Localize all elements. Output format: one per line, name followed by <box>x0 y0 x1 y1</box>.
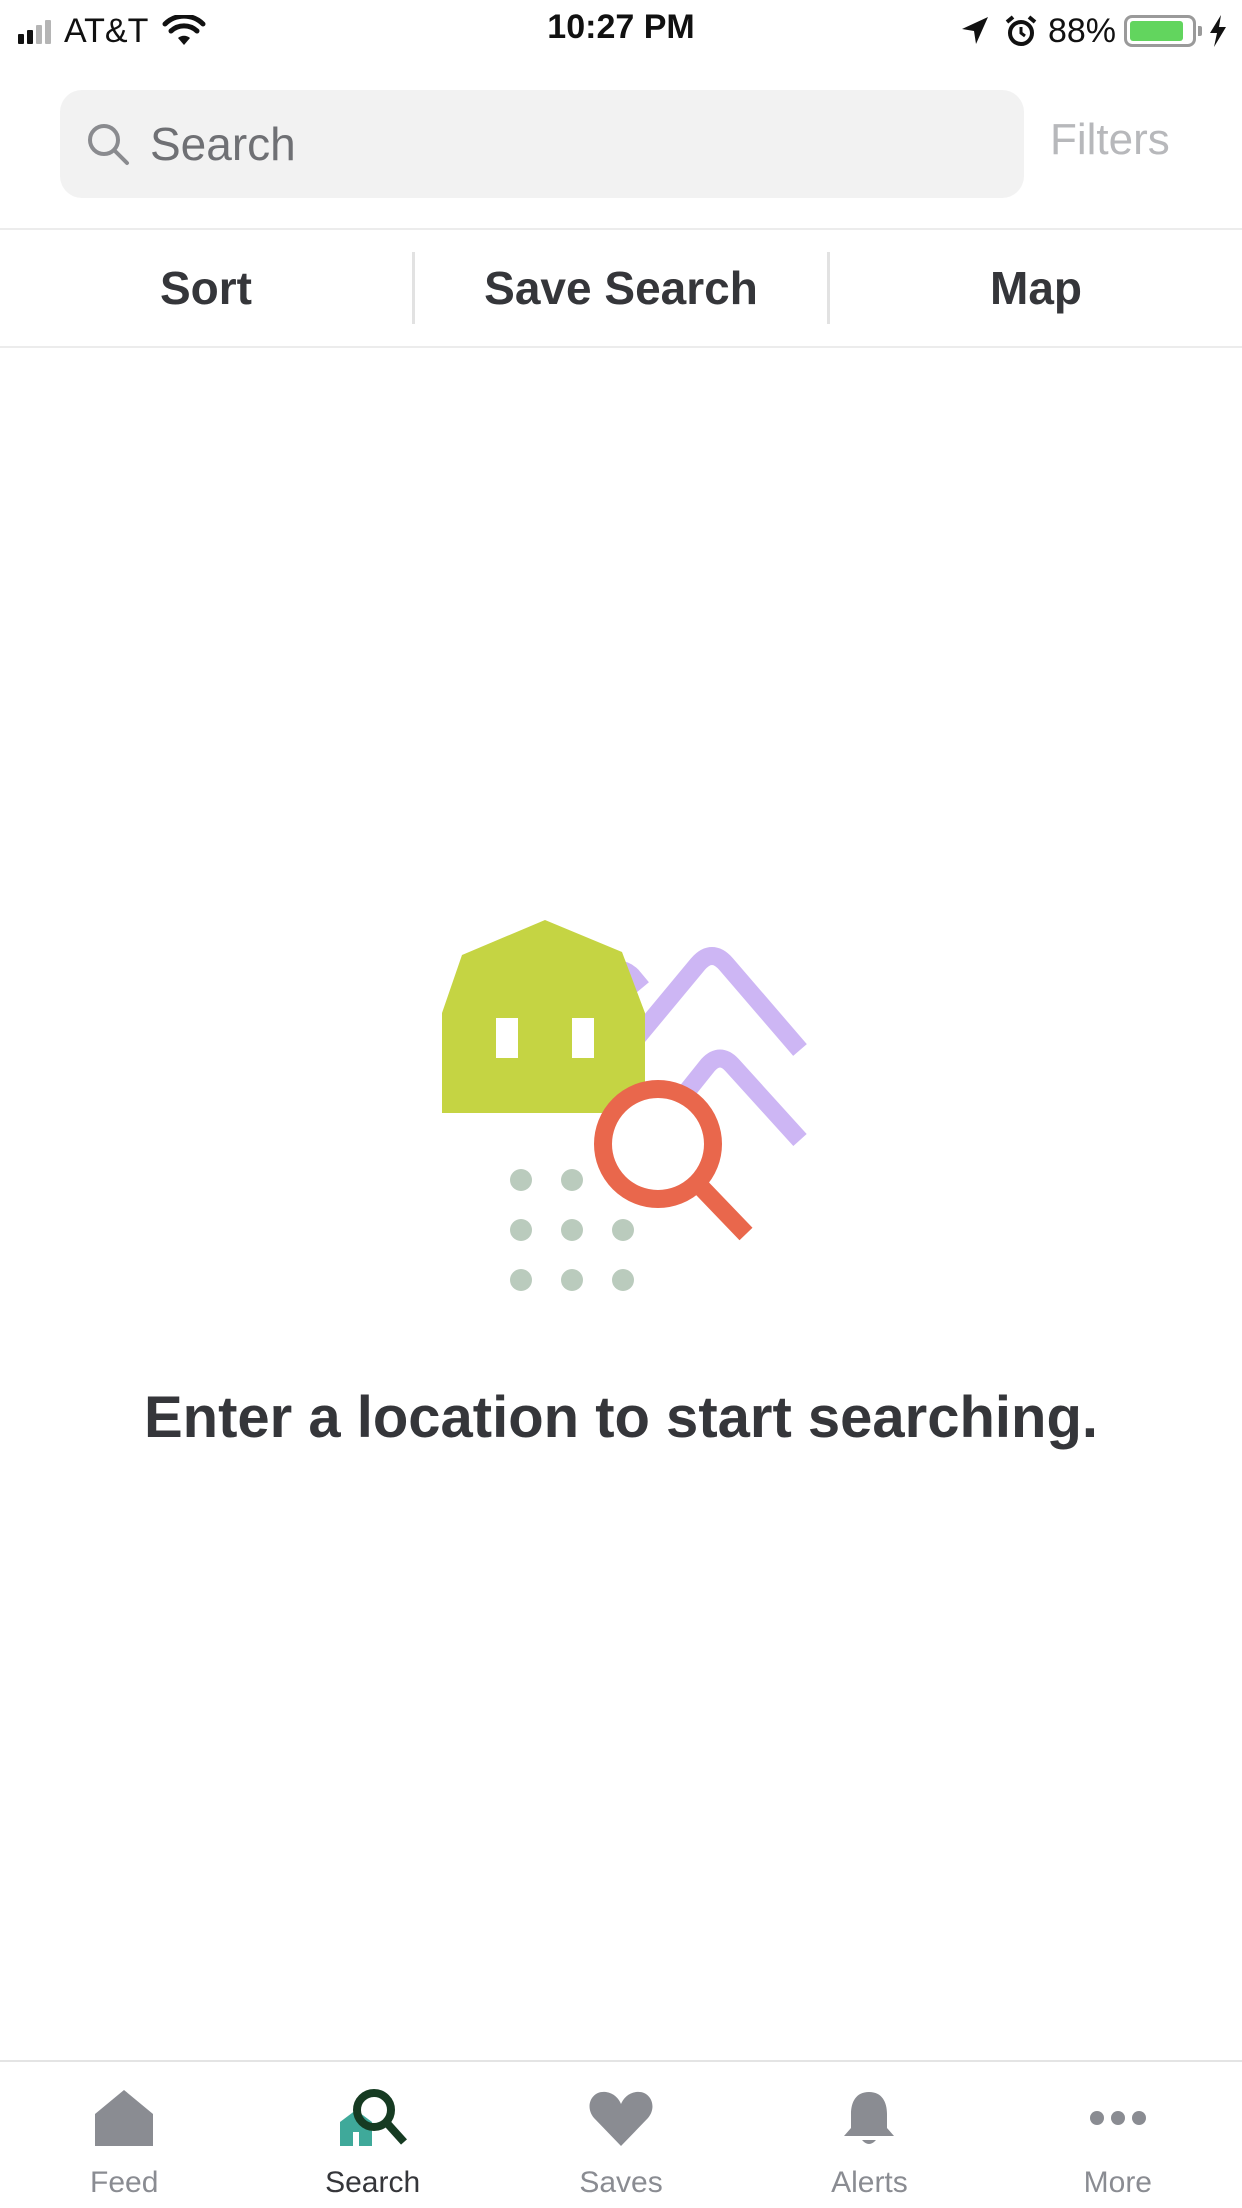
tab-label: Alerts <box>831 2166 908 2199</box>
bell-icon <box>844 2092 895 2144</box>
battery-level <box>1130 21 1183 41</box>
magnifier-icon <box>594 1080 753 1241</box>
empty-state-illustration <box>442 920 807 1291</box>
search-icon <box>88 124 129 165</box>
search-input[interactable] <box>150 117 1010 171</box>
more-dots-icon <box>1089 2111 1146 2125</box>
heart-icon <box>589 2091 653 2146</box>
battery-icon <box>1124 15 1202 47</box>
tab-bar: Feed Search Saves Alerts More <box>0 2060 1242 2208</box>
tab-feed[interactable]: Feed <box>0 2062 248 2208</box>
tab-alerts[interactable]: Alerts <box>745 2062 993 2208</box>
charging-bolt-icon <box>1210 15 1226 47</box>
status-bar: AT&T 10:27 PM 88% <box>0 0 1242 62</box>
tab-saves[interactable]: Saves <box>497 2062 745 2208</box>
battery-percent: 88% <box>1047 11 1116 50</box>
search-bar[interactable] <box>60 90 1024 198</box>
tab-label: Saves <box>579 2166 663 2199</box>
house-icon <box>95 2090 154 2146</box>
status-bar-right: 88% <box>960 10 1228 52</box>
save-search-button[interactable]: Save Search <box>415 230 827 346</box>
filters-button[interactable]: Filters <box>1050 115 1170 165</box>
empty-state-message: Enter a location to start searching. <box>144 1385 1098 1450</box>
search-house-icon <box>339 2089 407 2146</box>
tab-more[interactable]: More <box>994 2062 1242 2208</box>
barn-icon <box>442 920 645 1113</box>
action-row: Sort Save Search Map <box>0 228 1242 348</box>
tab-label: More <box>1083 2166 1152 2199</box>
location-arrow-icon <box>961 17 988 44</box>
tab-search[interactable]: Search <box>248 2062 496 2208</box>
alarm-icon <box>1005 15 1037 46</box>
tab-label: Feed <box>90 2166 159 2199</box>
sort-button[interactable]: Sort <box>0 230 412 346</box>
map-button[interactable]: Map <box>830 230 1242 346</box>
tab-label: Search <box>325 2166 421 2199</box>
